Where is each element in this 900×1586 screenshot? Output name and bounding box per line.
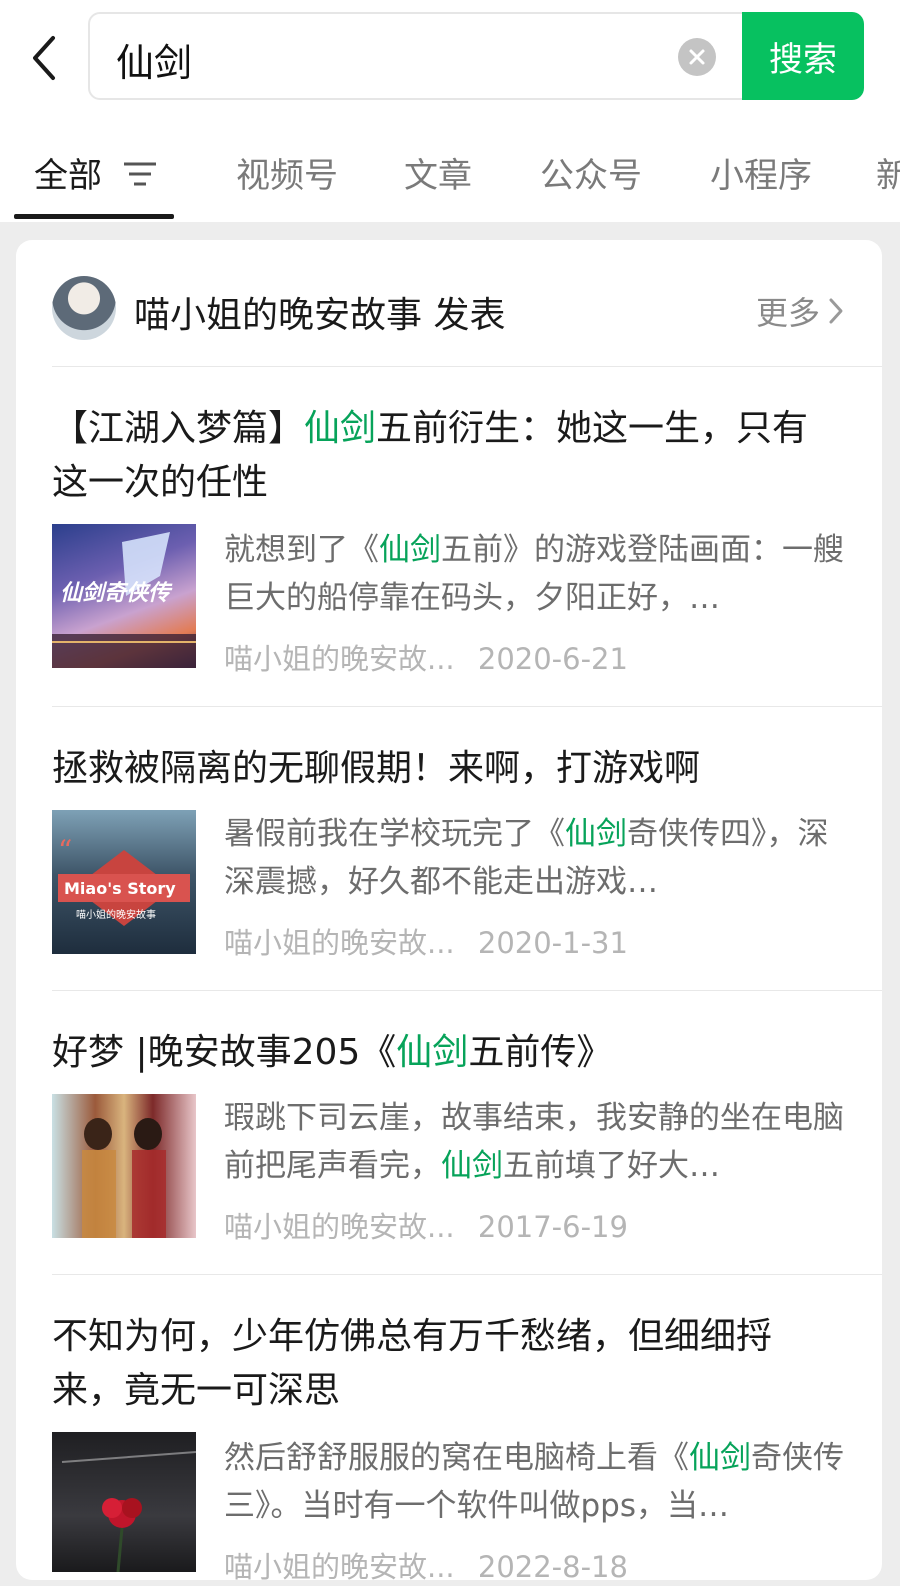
avatar bbox=[52, 276, 116, 340]
article-snippet: 就想到了《仙剑五前》的游戏登陆画面：一艘巨大的船停靠在码头，夕阳正好，… bbox=[224, 532, 844, 616]
article-source: 喵小姐的晚安故... bbox=[224, 1550, 455, 1584]
svg-text:仙剑奇侠传: 仙剑奇侠传 bbox=[60, 580, 173, 606]
search-input[interactable]: 仙剑 bbox=[116, 32, 192, 87]
more-link[interactable]: 更多 bbox=[756, 288, 844, 334]
article-title: 拯救被隔离的无聊假期！来啊，打游戏啊 bbox=[52, 748, 701, 789]
article-source: 喵小姐的晚安故... bbox=[224, 642, 455, 676]
more-label: 更多 bbox=[755, 294, 820, 332]
article-date: 2020-6-21 bbox=[477, 642, 628, 676]
article-thumbnail bbox=[52, 1432, 196, 1572]
article-item[interactable]: 不知为何，少年仿佛总有万千愁绪，但细细捋来，竟无一可深思 然后舒舒服服的窝在电脑… bbox=[16, 1274, 882, 1584]
article-title: 好梦 |晚安故事205《仙剑五前传》 bbox=[52, 1032, 613, 1073]
article-thumbnail: Miao's Story 喵小姐的晚安故事 “ bbox=[52, 810, 196, 954]
article-date: 2020-1-31 bbox=[477, 926, 628, 960]
tab-all[interactable]: 全部 bbox=[34, 148, 102, 197]
article-snippet: 暑假前我在学校玩完了《仙剑奇侠传四》，深深震撼，好久都不能走出游戏… bbox=[224, 816, 829, 900]
article-meta: 喵小姐的晚安故... 2022-8-18 bbox=[224, 1544, 628, 1586]
article-snippet: 瑕跳下司云崖，故事结束，我安静的坐在电脑前把尾声看完，仙剑五前填了好大… bbox=[224, 1100, 844, 1184]
search-button[interactable]: 搜索 bbox=[742, 12, 864, 100]
tab-articles[interactable]: 文章 bbox=[404, 148, 472, 197]
filter-icon[interactable] bbox=[122, 160, 158, 188]
top-bar: 仙剑 搜索 全部 视频号 文章 公众号 小程序 新 bbox=[0, 0, 900, 222]
tab-mini-programs[interactable]: 小程序 bbox=[710, 148, 812, 197]
article-meta: 喵小姐的晚安故... 2020-1-31 bbox=[224, 920, 628, 962]
article-title: 【江湖入梦篇】仙剑五前衍生：她这一生，只有这一次的任性 bbox=[52, 408, 809, 503]
active-tab-indicator bbox=[14, 214, 174, 219]
article-thumbnail bbox=[52, 1094, 196, 1238]
article-item[interactable]: 【江湖入梦篇】仙剑五前衍生：她这一生，只有这一次的任性 仙剑奇侠传 就想到了《仙… bbox=[16, 366, 882, 706]
article-snippet: 然后舒舒服服的窝在电脑椅上看《仙剑奇侠传三》。当时有一个软件叫做pps，当… bbox=[224, 1440, 844, 1524]
svg-text:喵小姐的晚安故事: 喵小姐的晚安故事 bbox=[76, 908, 156, 921]
article-source: 喵小姐的晚安故... bbox=[224, 926, 455, 960]
author-label: 喵小姐的晚安故事 发表 bbox=[134, 295, 506, 336]
article-meta: 喵小姐的晚安故... 2017-6-19 bbox=[224, 1204, 628, 1246]
article-item[interactable]: 拯救被隔离的无聊假期！来啊，打游戏啊 Miao's Story 喵小姐的晚安故事… bbox=[16, 706, 882, 990]
chevron-left-icon bbox=[33, 36, 55, 80]
tab-official-accounts[interactable]: 公众号 bbox=[540, 148, 642, 197]
back-button[interactable] bbox=[22, 30, 66, 86]
article-date: 2022-8-18 bbox=[477, 1550, 628, 1584]
article-source: 喵小姐的晚安故... bbox=[224, 1210, 455, 1244]
article-title: 不知为何，少年仿佛总有万千愁绪，但细细捋来，竟无一可深思 bbox=[52, 1316, 773, 1411]
svg-text:Miao's Story: Miao's Story bbox=[64, 879, 176, 898]
article-meta: 喵小姐的晚安故... 2020-6-21 bbox=[224, 636, 628, 678]
account-header[interactable]: 喵小姐的晚安故事 发表 更多 bbox=[16, 240, 882, 366]
tab-channels[interactable]: 视频号 bbox=[236, 148, 338, 197]
clear-search-button[interactable] bbox=[678, 38, 716, 76]
chevron-right-icon bbox=[829, 298, 843, 324]
tab-bar: 全部 视频号 文章 公众号 小程序 新 bbox=[0, 130, 900, 222]
results-card: 喵小姐的晚安故事 发表 更多 【江湖入梦篇】仙剑五前衍生：她这一生，只有这一次的… bbox=[16, 240, 882, 1584]
quote-mark: “ bbox=[58, 834, 72, 867]
tab-new[interactable]: 新 bbox=[876, 148, 900, 197]
article-item[interactable]: 好梦 |晚安故事205《仙剑五前传》 瑕跳下司云崖，故事结束，我安静的坐在电脑前… bbox=[16, 990, 882, 1274]
article-thumbnail: 仙剑奇侠传 bbox=[52, 524, 196, 668]
close-icon bbox=[689, 49, 705, 65]
article-date: 2017-6-19 bbox=[477, 1210, 628, 1244]
